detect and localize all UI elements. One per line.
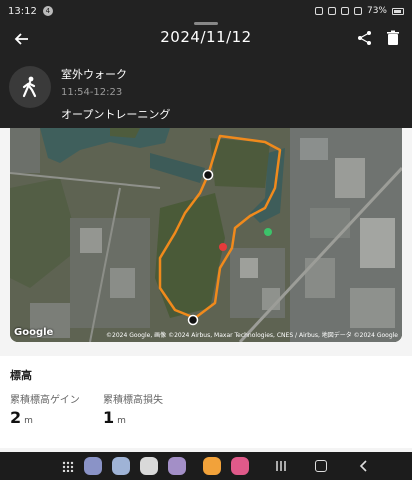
battery-icon (392, 7, 404, 15)
elevation-loss-value: 1m (103, 408, 126, 427)
recent-apps-icon[interactable] (275, 460, 287, 472)
activity-name: 室外ウォーク (61, 68, 127, 81)
battery-percent: 73% (366, 6, 387, 16)
activity-time-range: 11:54-12:23 (61, 87, 123, 98)
wifi-icon (340, 7, 349, 15)
share-icon[interactable] (356, 29, 374, 47)
mute-icon (327, 7, 336, 15)
navigation-bar (0, 452, 412, 480)
app-header: 2024/11/12 (0, 22, 412, 56)
app-drawer-icon[interactable] (62, 461, 74, 472)
elevation-loss-label: 累積標高損失 (103, 395, 163, 406)
status-bar: 13:12 4 73% (0, 0, 412, 22)
phone-app-icon[interactable] (84, 457, 102, 475)
camera-app-icon[interactable] (231, 457, 249, 475)
elevation-loss-number: 1 (103, 408, 115, 427)
elevation-loss-unit: m (117, 416, 126, 426)
notification-badge: 4 (42, 6, 53, 16)
home-icon[interactable] (315, 460, 327, 472)
page-title: 2024/11/12 (160, 28, 252, 46)
nav-back-icon[interactable] (358, 460, 370, 472)
walking-person-icon (9, 66, 51, 108)
elevation-card: 標高 累積標高ゲイン 累積標高損失 2m 1m (0, 356, 412, 448)
chrome-app-icon[interactable] (140, 457, 158, 475)
status-time: 13:12 (8, 5, 37, 17)
elevation-gain-label: 累積標高ゲイン (10, 395, 80, 406)
alarm-icon (314, 7, 323, 15)
elevation-gain-unit: m (24, 416, 33, 426)
satellite-map-image (10, 128, 402, 342)
map-attribution[interactable]: ©2024 Google, 画像 ©2024 Airbus, Maxar Tec… (106, 330, 398, 339)
activity-summary: 室外ウォーク 11:54-12:23 オープントレーニング (0, 56, 412, 128)
messages-app-icon[interactable] (112, 457, 130, 475)
elevation-gain-value: 2m (10, 408, 33, 427)
google-logo: Google (14, 327, 54, 338)
drag-handle[interactable] (194, 22, 218, 25)
notes-app-icon[interactable] (203, 457, 221, 475)
mail-app-icon[interactable] (168, 457, 186, 475)
route-map[interactable]: Google ©2024 Google, 画像 ©2024 Airbus, Ma… (10, 128, 402, 342)
screen: 13:12 4 73% 2024/11/12 室外ウォーク 11:54-12:2… (0, 0, 412, 480)
delete-icon[interactable] (384, 29, 402, 47)
status-right: 73% (314, 6, 404, 16)
elevation-title: 標高 (10, 369, 32, 382)
signal-icon (353, 7, 362, 15)
elevation-gain-number: 2 (10, 408, 22, 427)
activity-type: オープントレーニング (61, 108, 171, 121)
